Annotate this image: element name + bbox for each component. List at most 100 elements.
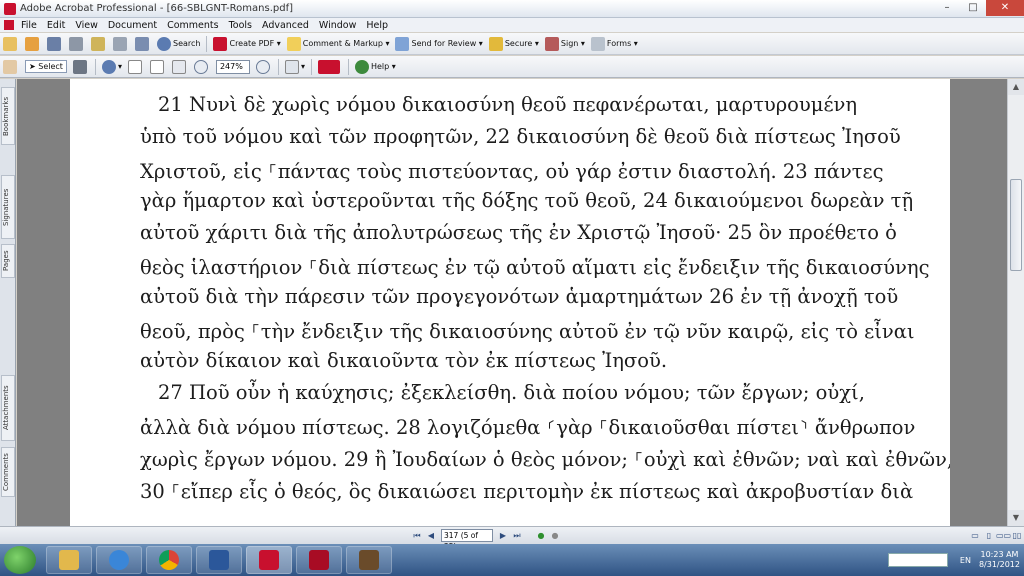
open-button[interactable] [3, 36, 19, 51]
taskbar-ie[interactable] [96, 546, 142, 574]
taskbar-explorer[interactable] [46, 546, 92, 574]
first-page-button[interactable]: ⏮ [410, 530, 424, 542]
y-icon [317, 59, 340, 74]
status-bar: ⏮ ◀ 317 (5 of 25) ▶ ⏭ ● ● ▭ ▯ ▭▭ ▯▯ [0, 526, 1024, 551]
scroll-down-button[interactable]: ▼ [1008, 510, 1024, 526]
last-page-button[interactable]: ⏭ [510, 530, 524, 542]
text-line: 21 Νυνὶ δὲ χωρὶς νόμου δικαιοσύνη θεοῦ π… [158, 93, 858, 116]
create-pdf-button[interactable]: Create PDF ▾ [213, 36, 281, 51]
help-button[interactable]: Help ▾ [354, 59, 396, 74]
taskbar-acrobat[interactable] [246, 546, 292, 574]
menu-edit[interactable]: Edit [42, 20, 70, 31]
menu-file[interactable]: File [16, 20, 42, 31]
pdf-page[interactable]: 21 Νυνὶ δὲ χωρὶς νόμου δικαιοσύνη θεοῦ π… [70, 79, 950, 526]
y-tool-button[interactable] [317, 59, 342, 74]
clock-date: 8/31/2012 [978, 560, 1020, 569]
save-icon [47, 36, 61, 51]
taskbar-chrome[interactable] [146, 546, 192, 574]
single-page-button[interactable]: ▭ [968, 530, 982, 542]
hand-tool-button[interactable] [3, 59, 19, 74]
email-button[interactable] [135, 36, 151, 51]
rotate-icon [284, 59, 299, 74]
print-button[interactable] [69, 36, 85, 51]
taskbar-app[interactable] [346, 546, 392, 574]
separator [94, 58, 96, 75]
page-number-input[interactable]: 317 (5 of 25) [441, 529, 493, 551]
tab-pages[interactable]: Pages [1, 244, 15, 278]
text-line: θεὸς ἱλαστήριον ⸀διὰ πίστεως ἐν τῷ αὐτοῦ… [140, 256, 930, 279]
save-button[interactable] [47, 36, 63, 51]
secure-button[interactable]: Secure ▾ [488, 36, 539, 51]
create-button[interactable] [25, 36, 41, 51]
continuous-facing-button[interactable]: ▯▯ [1010, 530, 1024, 542]
rotate-button[interactable]: ▾ [284, 59, 305, 74]
facing-button[interactable]: ▭▭ [996, 530, 1011, 542]
start-button[interactable] [4, 546, 36, 574]
previous-page-button[interactable]: ◀ [424, 530, 438, 542]
fit-page-icon [149, 59, 164, 74]
sign-button[interactable]: Sign ▾ [544, 36, 585, 51]
folder-open-icon [3, 36, 17, 51]
organizer-button[interactable] [91, 36, 107, 51]
separator [310, 58, 312, 75]
forms-icon [590, 36, 605, 51]
next-view-button[interactable]: ● [548, 530, 562, 542]
clock[interactable]: 10:23 AM 8/31/2012 [979, 550, 1020, 570]
plus-icon [255, 59, 270, 74]
forms-label: Forms [606, 39, 632, 48]
actual-size-button[interactable] [127, 59, 144, 74]
email-icon [135, 36, 149, 51]
select-tool-button[interactable]: ➤ Select [25, 60, 67, 73]
text-line: 30 ⸀εἴπερ εἷς ὁ θεός, ὃς δικαιώσει περιτ… [140, 480, 914, 503]
comment-markup-button[interactable]: Comment & Markup ▾ [286, 36, 389, 51]
fit-width-icon [171, 59, 186, 74]
previous-view-button[interactable]: ● [534, 530, 548, 542]
taskbar-word[interactable] [196, 546, 242, 574]
tab-bookmarks[interactable]: Bookmarks [1, 87, 15, 145]
navigation-pane: Bookmarks Signatures Pages Attachments C… [0, 79, 16, 526]
close-button[interactable]: ✕ [986, 0, 1024, 16]
minus-icon [193, 59, 208, 74]
menu-view[interactable]: View [70, 20, 103, 31]
continuous-button[interactable]: ▯ [982, 530, 996, 542]
fit-page-button[interactable] [149, 59, 166, 74]
separator [206, 35, 208, 52]
search-button[interactable]: Search [157, 36, 200, 51]
menu-advanced[interactable]: Advanced [257, 20, 314, 31]
taskbar-acrobat-2[interactable] [296, 546, 342, 574]
navigation-toolbar: ➤ Select ▾ 247% ▾ Help ▾ [0, 56, 1024, 78]
attach-button[interactable] [113, 36, 129, 51]
language-indicator[interactable]: EN [960, 556, 971, 565]
help-label: Help [370, 62, 390, 71]
next-page-button[interactable]: ▶ [496, 530, 510, 542]
send-for-review-button[interactable]: Send for Review ▾ [395, 36, 483, 51]
acrobat-app-icon [4, 2, 16, 15]
zoom-out-button[interactable] [193, 59, 210, 74]
page-icon [127, 59, 142, 74]
tray-search-box[interactable] [887, 553, 948, 567]
menu-comments[interactable]: Comments [162, 20, 224, 31]
menu-window[interactable]: Window [314, 20, 361, 31]
scroll-thumb[interactable] [1010, 179, 1022, 271]
scroll-up-button[interactable]: ▲ [1008, 79, 1024, 95]
zoom-in-button[interactable] [255, 59, 272, 74]
zoom-tool-button[interactable]: ▾ [101, 59, 122, 74]
tab-comments[interactable]: Comments [1, 447, 15, 497]
document-viewport[interactable]: 21 Νυνὶ δὲ χωρὶς νόμου δικαιοσύνη θεοῦ π… [17, 79, 1007, 526]
menu-document[interactable]: Document [103, 20, 162, 31]
menu-help[interactable]: Help [361, 20, 393, 31]
zoom-input[interactable]: 247% [215, 59, 250, 74]
system-tray: EN 10:23 AM 8/31/2012 [887, 548, 1020, 572]
clock-time: 10:23 AM [980, 550, 1019, 559]
minimize-button[interactable]: – [934, 0, 960, 16]
document-icon[interactable] [4, 20, 14, 30]
tab-signatures[interactable]: Signatures [1, 175, 15, 239]
forms-button[interactable]: Forms ▾ [590, 36, 638, 51]
review-icon [395, 36, 410, 51]
tab-attachments[interactable]: Attachments [1, 375, 15, 441]
maximize-button[interactable]: □ [960, 0, 986, 16]
vertical-scrollbar[interactable]: ▲ ▼ [1007, 79, 1024, 526]
menu-tools[interactable]: Tools [224, 20, 257, 31]
fit-width-button[interactable] [171, 59, 188, 74]
snapshot-button[interactable] [72, 59, 89, 74]
